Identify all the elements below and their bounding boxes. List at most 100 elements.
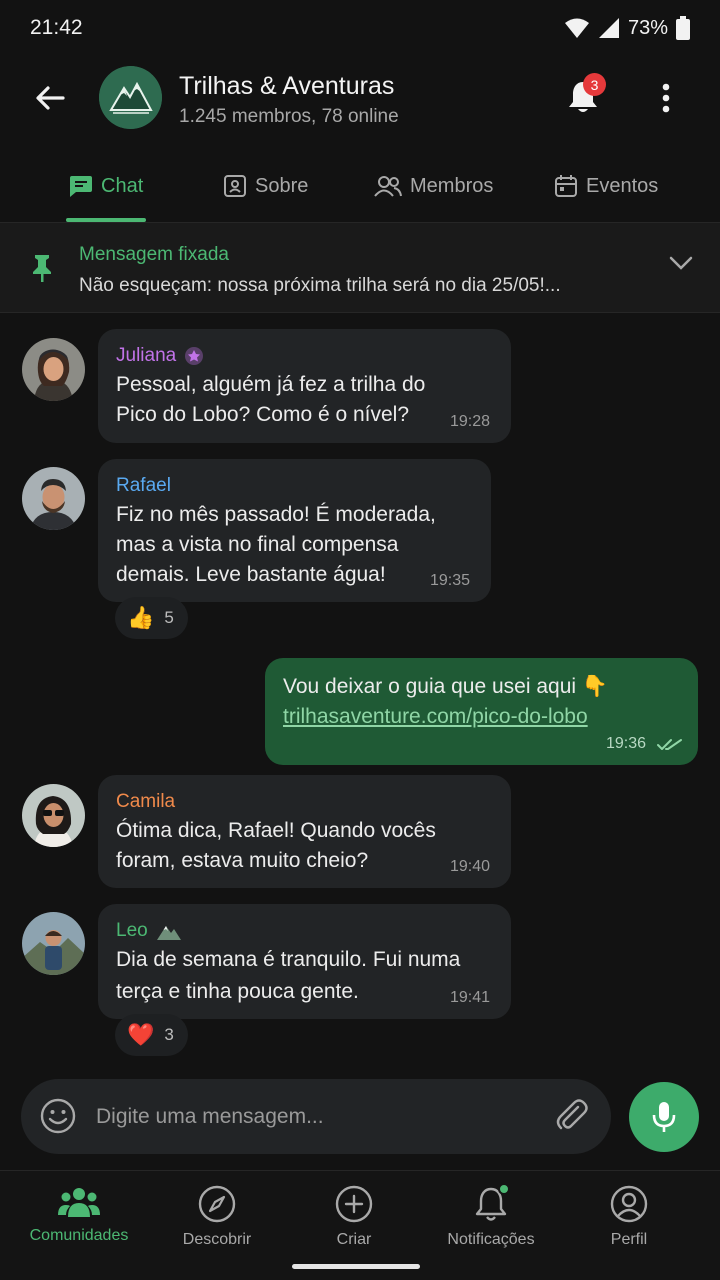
double-check-icon: [657, 739, 682, 750]
nav-comunidades[interactable]: Comunidades: [9, 1185, 149, 1245]
rafael-avatar-photo: [22, 467, 85, 530]
status-icons: 73%: [564, 16, 690, 40]
message-time: 19:40: [450, 858, 491, 875]
message-composer: [21, 1079, 611, 1154]
arrow-left-icon: [36, 86, 65, 110]
avatar[interactable]: [22, 467, 85, 530]
avatar[interactable]: [22, 338, 85, 401]
tab-sobre[interactable]: Sobre: [223, 150, 308, 222]
record-voice-button[interactable]: [629, 1082, 699, 1152]
message-text: Vou deixar o guia que usei aqui 👇: [283, 675, 609, 698]
microphone-icon: [652, 1102, 676, 1132]
message-time: 19:28: [450, 413, 491, 430]
wifi-icon: [564, 18, 589, 38]
group-member-count: 1.245 membros, 78 online: [179, 106, 399, 127]
camila-avatar-photo: [22, 784, 85, 847]
avatar[interactable]: [22, 912, 85, 975]
nav-notificacoes[interactable]: Notificações: [421, 1183, 561, 1249]
message-text: Pico do Lobo? Como é o nível?: [116, 403, 410, 426]
group-title[interactable]: Trilhas & Aventuras: [179, 72, 394, 101]
status-time: 21:42: [30, 16, 83, 39]
tab-eventos-label: Eventos: [586, 174, 659, 197]
message-text: Pessoal, alguém já fez a trilha do: [116, 373, 426, 396]
sender-label: Juliana: [116, 345, 177, 366]
mountain-logo-icon: [99, 66, 162, 129]
message-bubble[interactable]: Leo Dia de semana é tranquilo. Fui numa …: [98, 904, 511, 1019]
tab-chat[interactable]: Chat: [67, 150, 143, 222]
reaction-count: 3: [164, 1025, 174, 1044]
heart-icon: ❤️: [127, 1022, 155, 1047]
message-text: Fiz no mês passado! É moderada,: [116, 503, 436, 526]
mountain-emoji-icon: [156, 926, 181, 940]
nav-perfil[interactable]: Perfil: [559, 1185, 699, 1249]
more-options-button[interactable]: [648, 76, 684, 120]
sender-name[interactable]: Leo: [116, 920, 182, 942]
tab-chat-label: Chat: [101, 174, 144, 197]
nav-criar-label: Criar: [336, 1231, 372, 1248]
nav-descobrir-label: Descobrir: [182, 1231, 252, 1248]
message-input[interactable]: [96, 1079, 536, 1154]
community-icon: [58, 1188, 100, 1217]
leo-avatar-photo: [22, 912, 85, 975]
signal-icon: [598, 18, 619, 38]
calendar-icon: [555, 175, 577, 197]
message-text: terça e tinha pouca gente.: [116, 980, 359, 1003]
notification-badge: 3: [583, 73, 606, 96]
home-indicator[interactable]: [292, 1264, 420, 1269]
sender-label: Rafael: [116, 475, 171, 496]
profile-icon: [610, 1185, 648, 1223]
message-text: demais. Leve bastante água!: [116, 563, 386, 586]
message-text: foram, estava muito cheio?: [116, 849, 369, 872]
reaction-chip[interactable]: 👍 5: [115, 597, 188, 639]
message-bubble[interactable]: Rafael Fiz no mês passado! É moderada, m…: [98, 459, 491, 602]
pinned-text: Não esqueçam: nossa próxima trilha será …: [79, 275, 561, 296]
pin-icon: [33, 255, 51, 282]
chat-bubble-icon: [70, 176, 92, 197]
message-time: 19:41: [450, 989, 491, 1006]
message-bubble-outgoing[interactable]: Vou deixar o guia que usei aqui 👇 trilha…: [265, 658, 698, 765]
message-text: Dia de semana é tranquilo. Fui numa: [116, 948, 461, 971]
message-link[interactable]: trilhasaventure.com/pico-do-lobo: [283, 702, 588, 732]
message-bubble[interactable]: Camila Ótima dica, Rafael! Quando vocês …: [98, 775, 511, 888]
back-button[interactable]: [28, 78, 72, 118]
message-bubble[interactable]: Juliana Pessoal, alguém já fez a trilha …: [98, 329, 511, 443]
admin-badge-icon: [185, 347, 204, 365]
info-card-icon: [224, 175, 246, 197]
pinned-title: Mensagem fixada: [79, 244, 229, 265]
tab-membros-label: Membros: [410, 174, 494, 197]
group-avatar[interactable]: [99, 66, 162, 129]
nav-perfil-label: Perfil: [610, 1231, 648, 1248]
nav-descobrir[interactable]: Descobrir: [147, 1185, 287, 1249]
battery-icon: [676, 16, 690, 40]
sender-label: Camila: [116, 791, 176, 812]
message-time: 19:35: [430, 572, 471, 589]
tab-membros[interactable]: Membros: [374, 150, 493, 222]
sender-name[interactable]: Juliana: [116, 345, 204, 367]
message-text: Ótima dica, Rafael! Quando vocês: [116, 819, 436, 842]
message-time: 19:36: [606, 735, 647, 752]
compass-icon: [198, 1185, 236, 1223]
more-vertical-icon: [662, 83, 670, 113]
avatar[interactable]: [22, 784, 85, 847]
unread-dot: [498, 1183, 510, 1195]
chevron-down-icon[interactable]: [668, 255, 694, 271]
message-text: mas a vista no final compensa: [116, 533, 399, 556]
nav-notificacoes-label: Notificações: [447, 1231, 535, 1248]
pinned-message-banner[interactable]: Mensagem fixada Não esqueçam: nossa próx…: [0, 223, 720, 313]
members-icon: [374, 176, 402, 197]
sender-name[interactable]: Rafael: [116, 475, 171, 497]
nav-comunidades-label: Comunidades: [29, 1227, 129, 1244]
emoji-icon[interactable]: [39, 1097, 77, 1135]
sender-name[interactable]: Camila: [116, 791, 175, 813]
thumbs-up-icon: 👍: [127, 605, 155, 630]
status-bar: 21:42 73%: [0, 0, 720, 56]
community-tabs: Chat Sobre Membros Eventos: [0, 150, 720, 222]
sender-label: Leo: [116, 920, 148, 941]
plus-circle-icon: [335, 1185, 373, 1223]
reaction-chip[interactable]: ❤️ 3: [115, 1014, 188, 1056]
chat-header: Trilhas & Aventuras 1.245 membros, 78 on…: [0, 56, 720, 140]
tab-eventos[interactable]: Eventos: [554, 150, 658, 222]
juliana-avatar-photo: [22, 338, 85, 401]
paperclip-icon[interactable]: [553, 1097, 591, 1135]
nav-criar[interactable]: Criar: [284, 1185, 424, 1249]
